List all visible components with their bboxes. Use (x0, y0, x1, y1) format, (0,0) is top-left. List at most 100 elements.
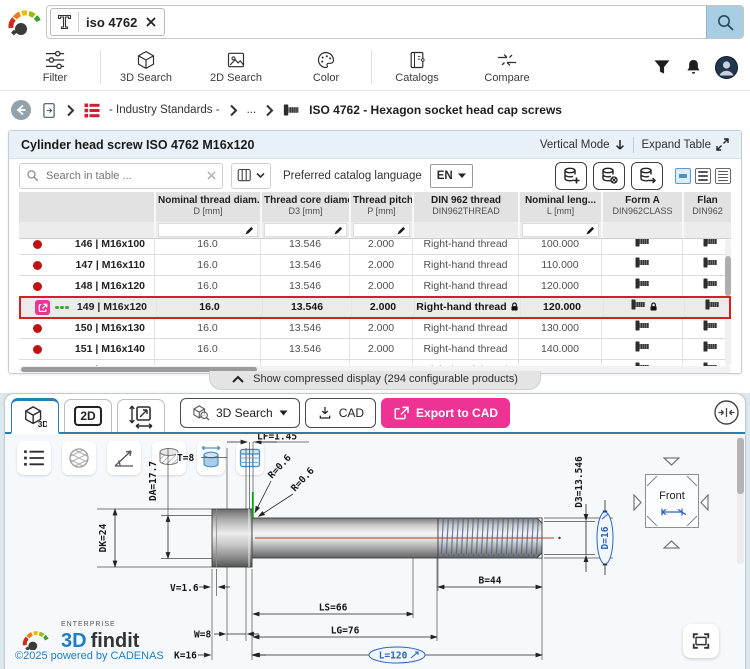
global-search-field[interactable]: iso 4762 (46, 5, 744, 39)
view-dense-toggle[interactable] (715, 168, 731, 184)
breadcrumb-ellipsis[interactable]: ... (247, 104, 257, 116)
filter-funnel-icon[interactable] (652, 57, 672, 77)
options-dots-icon[interactable] (55, 306, 69, 310)
tab-2d[interactable]: 2D (64, 399, 112, 432)
filter-input-l[interactable] (522, 223, 599, 237)
chevron-right-icon (66, 104, 75, 117)
database-export-button[interactable] (631, 162, 663, 190)
cad-download-button[interactable]: CAD (305, 398, 376, 428)
table-row-selected[interactable]: 149 | M16x120 16.013.5462.000 Right-hand… (19, 296, 731, 319)
table-toolbar: Preferred catalog language EN (9, 159, 741, 192)
color-button[interactable]: Color (281, 44, 371, 90)
3d-search-dropdown-button[interactable]: 3D Search (180, 398, 300, 428)
screw-icon (283, 104, 300, 116)
notifications-bell-icon[interactable] (684, 57, 703, 77)
table-search-field[interactable] (19, 163, 223, 189)
breadcrumb-industry-standards[interactable]: - Industry Standards - (109, 104, 220, 116)
table-row[interactable]: 147 | M16x110 16.013.5462.000 Right-hand… (19, 255, 731, 276)
back-button[interactable] (10, 99, 32, 121)
pencil-icon (334, 226, 343, 235)
screw-icon (635, 238, 650, 247)
header-cell[interactable]: FlanDIN962 (682, 192, 731, 222)
view-compact-toggle[interactable] (675, 168, 691, 184)
view-cube-face[interactable]: Front (645, 474, 699, 528)
search-button[interactable] (706, 6, 743, 38)
table-row[interactable]: 146 | M16x100 16.013.5462.000 Right-hand… (19, 238, 731, 255)
filter-input-d3[interactable] (264, 223, 347, 237)
list-view-button[interactable] (17, 441, 51, 475)
language-label: Preferred catalog language (283, 170, 422, 182)
compare-button[interactable]: Compare (462, 44, 552, 90)
header-cell[interactable]: Nominal leng...L [mm] (518, 192, 601, 222)
tab-dimensions[interactable] (117, 399, 165, 432)
view-medium-toggle[interactable] (695, 168, 711, 184)
viewer-panel: 3D 2D 3D Search (4, 393, 746, 669)
selected-row-export-icon[interactable] (35, 300, 50, 315)
screw-icon (631, 299, 646, 310)
database-settings-button[interactable] (593, 162, 625, 190)
vertical-mode-button[interactable]: Vertical Mode (540, 139, 625, 151)
database-add-button[interactable] (555, 162, 587, 190)
screw-icon (703, 257, 718, 268)
remove-search-term-icon[interactable] (144, 17, 164, 27)
mesh-view-button[interactable] (62, 441, 96, 475)
column-settings-button[interactable] (231, 163, 271, 189)
breadcrumb: - Industry Standards - ... ISO 4762 - He… (0, 91, 750, 129)
diameter-tool-button[interactable] (197, 441, 225, 475)
catalog-book-icon (406, 50, 428, 70)
2d-search-button[interactable]: 2D Search (191, 44, 281, 90)
breadcrumb-current: ISO 4762 - Hexagon socket head cap screw… (309, 103, 562, 117)
viewer-scrollbar[interactable] (737, 436, 744, 564)
text-search-type-icon[interactable] (51, 12, 79, 32)
table-search-input[interactable] (44, 169, 202, 183)
3d-search-button[interactable]: 3D Search (101, 44, 191, 90)
measure-tool-button[interactable] (107, 441, 141, 475)
row-id: 148 | M16x120 (75, 276, 154, 296)
app-logo-icon[interactable] (6, 6, 46, 38)
arrow-down-icon (615, 139, 625, 151)
catalogs-button[interactable]: Catalogs (372, 44, 462, 90)
rotate-down-arrow[interactable] (663, 457, 680, 466)
search-input[interactable] (165, 6, 706, 38)
dim-d-editable[interactable]: D=16 (600, 526, 611, 549)
filter-input-p[interactable] (353, 223, 410, 237)
screw-icon (635, 341, 650, 352)
clear-search-icon[interactable] (207, 171, 216, 180)
cube-face-label: Front (646, 490, 698, 502)
show-compressed-display-button[interactable]: Show compressed display (294 configurabl… (209, 371, 541, 390)
fit-view-button[interactable] (683, 624, 719, 658)
table-row[interactable]: 151 | M16x140 16.013.5462.000 Right-hand… (19, 339, 731, 360)
table-row[interactable]: 150 | M16x130 16.013.5462.000 Right-hand… (19, 318, 731, 339)
dimension-table-button[interactable] (236, 441, 264, 475)
filter-input-d[interactable] (158, 223, 258, 237)
language-select[interactable]: EN (430, 164, 473, 188)
collapse-viewer-button[interactable] (714, 400, 739, 425)
filter-button[interactable]: Filter (10, 44, 100, 90)
drawing-canvas[interactable]: LF=1.45 R=0.6 R=0.6 T=8 DA=17.7 DK=24 V=… (5, 434, 745, 669)
section-view-button[interactable] (152, 441, 186, 475)
expand-table-button[interactable]: Expand Table (642, 138, 729, 151)
search-term-chip[interactable]: iso 4762 (50, 8, 165, 36)
export-to-cad-button[interactable]: Export to CAD (381, 398, 510, 428)
header-cell[interactable]: Form ADIN962CLASS (601, 192, 682, 222)
view-cube: Front (633, 457, 709, 549)
product-title: Cylinder head screw ISO 4762 M16x120 (21, 138, 254, 152)
dim-l-editable[interactable]: L=120 (379, 651, 408, 662)
industry-standards-icon[interactable] (84, 103, 100, 118)
rotate-right-arrow[interactable] (633, 494, 642, 511)
header-cell[interactable]: Nominal thread diam...D [mm] (154, 192, 260, 222)
header-cell[interactable]: DIN 962 threadDIN962THREAD (412, 192, 518, 222)
header-cell[interactable]: Thread pitchP [mm] (349, 192, 412, 222)
language-value: EN (437, 170, 453, 182)
catalog-home-icon[interactable] (41, 102, 57, 119)
rotate-up-arrow[interactable] (663, 540, 680, 549)
chevron-up-icon (232, 375, 244, 383)
user-avatar[interactable] (715, 56, 738, 79)
tab-3d[interactable]: 3D (11, 398, 59, 434)
screw-icon (703, 278, 718, 289)
status-dot-icon (33, 345, 42, 354)
rotate-left-arrow[interactable] (700, 494, 709, 511)
table-row[interactable]: 148 | M16x120 16.013.5462.000 Right-hand… (19, 276, 731, 297)
header-cell[interactable]: Thread core diame...D3 [mm] (260, 192, 349, 222)
3d-search-button-label: 3D Search (216, 406, 273, 420)
